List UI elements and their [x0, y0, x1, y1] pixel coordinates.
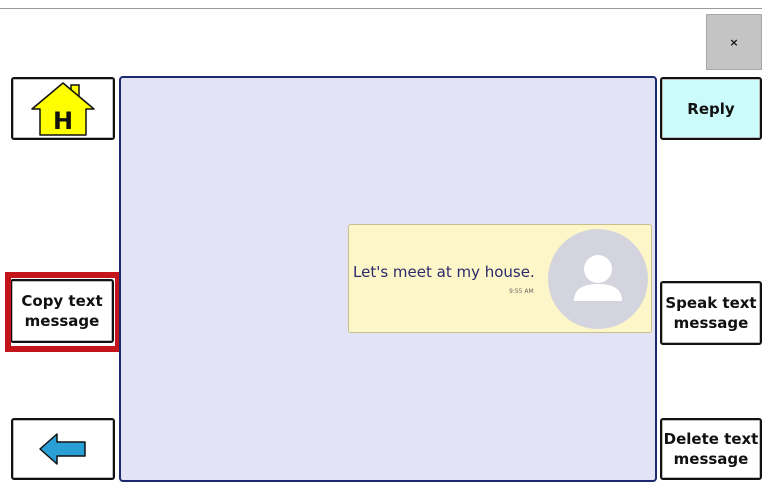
delete-text-message-label: Delete text message	[663, 430, 759, 468]
speak-text-message-label: Speak text message	[665, 294, 757, 332]
copy-text-message-label: Copy text message	[21, 292, 103, 330]
delete-text-message-button[interactable]: Delete text message	[660, 418, 762, 480]
home-button[interactable]: H	[11, 77, 115, 140]
reply-label: Reply	[687, 99, 735, 118]
copy-text-message-button[interactable]: Copy text message	[10, 279, 114, 343]
message-bubble[interactable]: Let's meet at my house. 9:55 AM	[348, 224, 652, 333]
back-button[interactable]	[11, 418, 115, 480]
home-letter: H	[53, 107, 73, 135]
back-arrow-icon	[39, 433, 86, 465]
message-time: 9:55 AM	[509, 288, 534, 295]
close-button[interactable]: ×	[706, 14, 762, 70]
person-placeholder-icon	[574, 255, 622, 301]
close-icon: ×	[729, 35, 739, 49]
avatar	[548, 229, 648, 329]
house-icon: H	[31, 81, 95, 136]
speak-text-message-button[interactable]: Speak text message	[660, 281, 762, 345]
message-text: Let's meet at my house.	[353, 263, 535, 281]
reply-button[interactable]: Reply	[660, 77, 762, 140]
